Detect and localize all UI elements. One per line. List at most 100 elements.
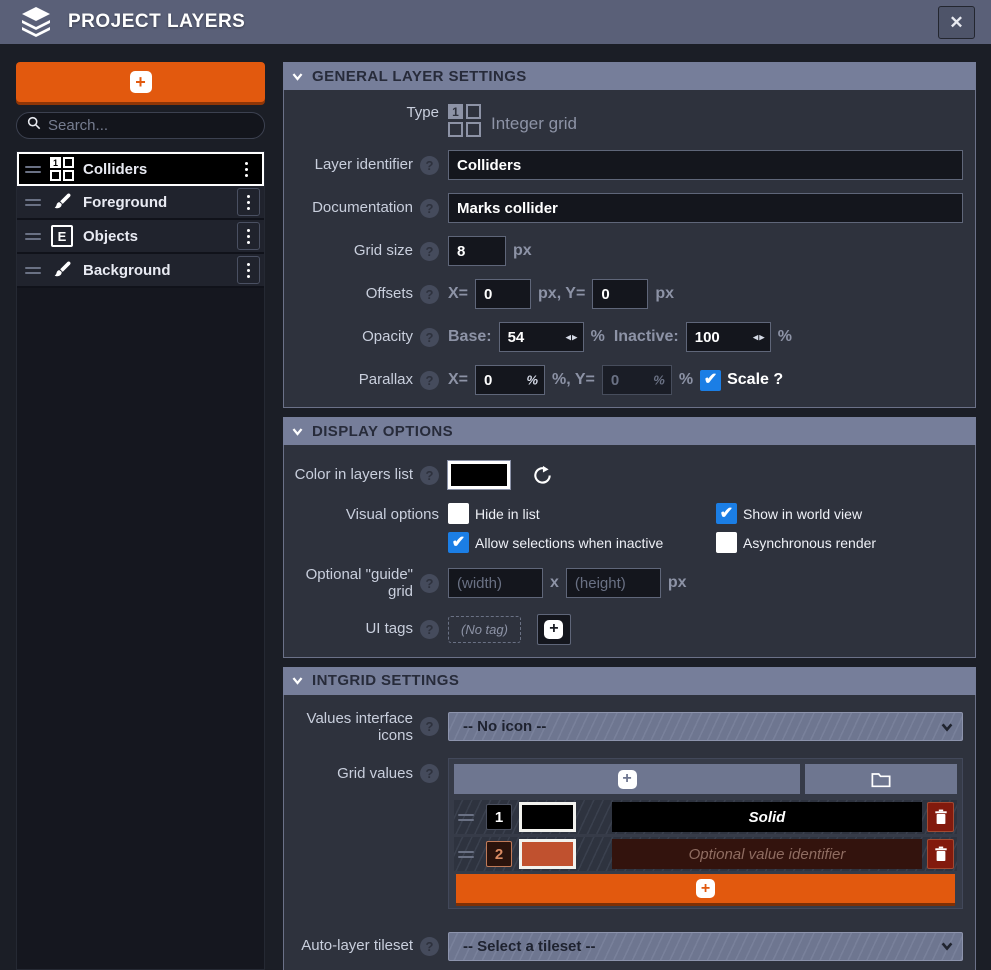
check-icon: ✔ <box>452 535 465 551</box>
checkbox[interactable]: ✔ <box>716 532 737 553</box>
value-identifier-input[interactable] <box>612 802 922 832</box>
help-icon[interactable]: ? <box>420 466 439 485</box>
guide-unit: px <box>668 574 687 592</box>
option-asynchronous-render[interactable]: ✔ Asynchronous render <box>716 532 876 553</box>
guide-width-input[interactable] <box>448 568 543 598</box>
grid-value-row-2: 2 <box>454 837 957 871</box>
layer-search[interactable] <box>16 112 265 139</box>
trash-icon <box>934 846 948 862</box>
help-icon[interactable]: ? <box>420 242 439 261</box>
values-interface-select[interactable]: -- No icon -- <box>448 712 963 741</box>
kebab-icon <box>247 229 250 232</box>
chevron-down-icon <box>940 720 954 734</box>
help-icon[interactable]: ? <box>420 328 439 347</box>
add-layer-button[interactable]: + <box>16 62 265 102</box>
value-color-swatch[interactable] <box>519 802 576 832</box>
parallax-label: Parallax <box>359 371 413 388</box>
search-input[interactable] <box>48 117 254 134</box>
layer-menu-button[interactable] <box>237 256 260 284</box>
opacity-inactive-unit: % <box>778 328 792 346</box>
grid-values-toolbar: + <box>454 764 957 794</box>
plus-icon: + <box>618 770 637 789</box>
section-header-intgrid[interactable]: INTGRID SETTINGS <box>283 667 976 695</box>
help-icon[interactable]: ? <box>420 620 439 639</box>
checkbox[interactable]: ✔ <box>716 503 737 524</box>
checkbox[interactable]: ✔ <box>448 532 469 553</box>
stepper-icon[interactable]: ◂▸ <box>566 331 579 344</box>
option-allow-selections-when-inactive[interactable]: ✔ Allow selections when inactive <box>448 532 716 553</box>
auto-tileset-select[interactable]: -- Select a tileset -- <box>448 932 963 961</box>
plus-icon: + <box>130 71 152 93</box>
delete-value-button[interactable] <box>927 839 954 869</box>
delete-value-button[interactable] <box>927 802 954 832</box>
drag-handle-icon[interactable] <box>25 267 41 274</box>
reset-color-icon[interactable] <box>532 465 553 486</box>
scale-label: Scale ? <box>727 371 783 389</box>
selected-option: -- No icon -- <box>463 718 546 735</box>
layer-row-background[interactable]: Background <box>17 254 264 288</box>
help-icon[interactable]: ? <box>420 285 439 304</box>
percent-icon: % <box>653 373 665 388</box>
value-color-swatch[interactable] <box>519 839 576 869</box>
help-icon[interactable]: ? <box>420 937 439 956</box>
option-hide-in-list[interactable]: ✔ Hide in list <box>448 503 716 524</box>
layer-menu-button[interactable] <box>235 155 258 183</box>
no-tag-placeholder: (No tag) <box>448 616 521 643</box>
drag-handle-icon[interactable] <box>25 199 41 206</box>
offset-y-input[interactable] <box>592 279 648 309</box>
entity-layer-icon: E <box>49 225 75 247</box>
add-value-button[interactable]: + <box>454 764 800 794</box>
documentation-input[interactable] <box>448 193 963 223</box>
section-body-general: Type 1 Integer grid Layer identifier ? <box>283 90 976 408</box>
value-identifier-input[interactable] <box>612 839 922 869</box>
identifier-row: Layer identifier ? <box>284 150 969 180</box>
help-icon[interactable]: ? <box>420 371 439 390</box>
section-body-intgrid: Values interface icons ? -- No icon -- <box>283 695 976 970</box>
section-header-general[interactable]: GENERAL LAYER SETTINGS <box>283 62 976 90</box>
group-values-button[interactable] <box>805 764 957 794</box>
option-label: Show in world view <box>743 506 862 522</box>
drag-handle-icon[interactable] <box>458 851 474 858</box>
help-icon[interactable]: ? <box>420 199 439 218</box>
grid-size-input[interactable] <box>448 236 506 266</box>
section-header-display[interactable]: DISPLAY OPTIONS <box>283 417 976 445</box>
offset-x-input[interactable] <box>475 279 531 309</box>
type-value: Integer grid <box>491 114 577 134</box>
layers-stack-icon <box>16 6 56 38</box>
offsets-row: Offsets ? X= px, Y= px <box>284 279 969 309</box>
scale-checkbox[interactable]: ✔ <box>700 370 721 391</box>
option-label: Hide in list <box>475 506 540 522</box>
layer-menu-button[interactable] <box>237 188 260 216</box>
close-button[interactable]: ✕ <box>938 6 975 39</box>
help-icon[interactable]: ? <box>420 156 439 175</box>
layer-row-objects[interactable]: E Objects <box>17 220 264 254</box>
opacity-base-label: Base: <box>448 328 492 346</box>
add-tag-button[interactable]: + <box>537 614 571 645</box>
grid-size-row: Grid size ? px <box>284 236 969 266</box>
type-row: Type 1 Integer grid <box>284 104 969 137</box>
add-value-bottom-button[interactable]: + <box>456 874 955 903</box>
values-interface-row: Values interface icons ? -- No icon -- <box>284 710 969 745</box>
ui-tags-row: UI tags ? (No tag) + <box>284 614 969 645</box>
option-show-in-world-view[interactable]: ✔ Show in world view <box>716 503 876 524</box>
layer-row-colliders[interactable]: 1 Colliders <box>17 152 264 186</box>
trash-icon <box>934 809 948 825</box>
stepper-icon[interactable]: ◂▸ <box>753 331 766 344</box>
project-layers-window: PROJECT LAYERS ✕ + 1 <box>0 0 991 970</box>
layer-identifier-input[interactable] <box>448 150 963 180</box>
drag-handle-icon[interactable] <box>25 233 41 240</box>
checkbox[interactable]: ✔ <box>448 503 469 524</box>
drag-handle-icon[interactable] <box>458 814 474 821</box>
kebab-icon <box>247 263 250 266</box>
layer-menu-button[interactable] <box>237 222 260 250</box>
opacity-row: Opacity ? Base: ◂▸ % Inactive: <box>284 322 969 352</box>
layer-color-swatch[interactable] <box>448 461 510 489</box>
help-icon[interactable]: ? <box>420 574 439 593</box>
identifier-label: Layer identifier <box>315 156 413 173</box>
help-icon[interactable]: ? <box>420 764 439 783</box>
drag-handle-icon[interactable] <box>25 166 41 173</box>
opacity-base-unit: % <box>591 328 605 346</box>
help-icon[interactable]: ? <box>420 717 439 736</box>
layer-row-foreground[interactable]: Foreground <box>17 186 264 220</box>
guide-height-input[interactable] <box>566 568 661 598</box>
